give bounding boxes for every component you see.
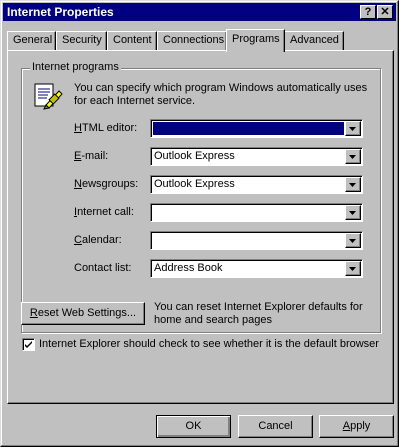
calendar-combo[interactable] bbox=[150, 231, 363, 250]
internet-call-dropdown[interactable] bbox=[345, 205, 361, 220]
internet-call-value bbox=[154, 206, 344, 219]
email-value: Outlook Express bbox=[154, 150, 235, 162]
contact-list-combo[interactable]: Address Book bbox=[150, 259, 363, 278]
programs-description: You can specify which program Windows au… bbox=[74, 82, 368, 107]
contact-list-dropdown[interactable] bbox=[345, 261, 361, 276]
tab-content[interactable]: Content bbox=[107, 31, 157, 51]
window-title: Internet Properties bbox=[7, 5, 114, 19]
calendar-value bbox=[154, 234, 344, 247]
email-combo[interactable]: Outlook Express bbox=[150, 147, 363, 166]
email-label: E-mail: bbox=[74, 150, 109, 162]
calendar-dropdown[interactable] bbox=[345, 233, 361, 248]
calendar-label: Calendar: bbox=[74, 234, 122, 246]
chevron-down-icon bbox=[349, 155, 356, 159]
chevron-down-icon bbox=[349, 267, 356, 271]
check-icon bbox=[25, 341, 32, 348]
tab-security[interactable]: Security bbox=[56, 31, 107, 51]
cancel-button[interactable]: Cancel bbox=[238, 415, 313, 438]
chevron-down-icon bbox=[349, 211, 356, 215]
default-browser-checkbox[interactable] bbox=[22, 338, 35, 351]
chevron-down-icon bbox=[349, 183, 356, 187]
title-bar[interactable]: Internet Properties ? ✕ bbox=[3, 3, 396, 21]
email-dropdown[interactable] bbox=[345, 149, 361, 164]
tab-programs[interactable]: Programs bbox=[226, 29, 285, 52]
ok-button[interactable]: OK bbox=[156, 415, 231, 438]
programs-panel: Internet programs You can specify which … bbox=[7, 50, 394, 404]
chevron-down-icon bbox=[349, 127, 356, 131]
tab-general[interactable]: General bbox=[7, 31, 56, 51]
html-editor-dropdown[interactable] bbox=[345, 121, 361, 136]
html-editor-label: HTML editor: bbox=[74, 122, 138, 134]
contact-list-label: Contact list: bbox=[74, 262, 132, 274]
close-icon: ✕ bbox=[380, 6, 390, 18]
html-editor-value bbox=[153, 122, 344, 135]
newsgroups-value: Outlook Express bbox=[154, 178, 235, 190]
internet-properties-dialog: Internet Properties ? ✕ General Security… bbox=[0, 0, 399, 447]
internet-call-combo[interactable] bbox=[150, 203, 363, 222]
reset-web-settings-button[interactable]: Reset Web Settings... bbox=[21, 302, 145, 325]
tab-connections[interactable]: Connections bbox=[157, 31, 227, 51]
help-button[interactable]: ? bbox=[360, 5, 376, 19]
contact-list-value: Address Book bbox=[154, 262, 223, 274]
default-browser-label[interactable]: Internet Explorer should check to see wh… bbox=[39, 338, 379, 350]
internet-call-label: Internet call: bbox=[74, 206, 134, 218]
chevron-down-icon bbox=[349, 239, 356, 243]
group-label: Internet programs bbox=[30, 61, 121, 73]
html-editor-combo[interactable] bbox=[150, 119, 363, 138]
tab-advanced[interactable]: Advanced bbox=[284, 31, 344, 51]
newsgroups-label: Newsgroups: bbox=[74, 178, 139, 190]
apply-button[interactable]: Apply bbox=[319, 415, 394, 438]
close-button[interactable]: ✕ bbox=[377, 5, 393, 19]
reset-note: You can reset Internet Explorer defaults… bbox=[154, 301, 363, 326]
internet-programs-group: Internet programs You can specify which … bbox=[21, 61, 381, 333]
programs-icon bbox=[32, 79, 64, 111]
newsgroups-combo[interactable]: Outlook Express bbox=[150, 175, 363, 194]
help-icon: ? bbox=[364, 6, 372, 18]
newsgroups-dropdown[interactable] bbox=[345, 177, 361, 192]
